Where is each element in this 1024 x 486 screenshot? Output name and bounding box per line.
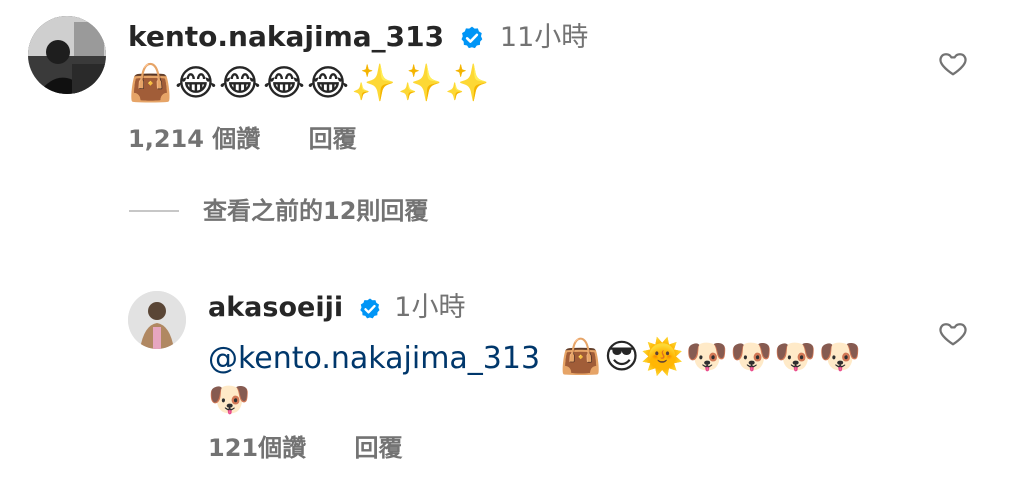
comment-text-continued: 🐶 [208, 380, 253, 420]
thread-divider [129, 210, 179, 212]
reply-button[interactable]: 回覆 [309, 125, 357, 153]
comment-time: 11小時 [499, 22, 589, 53]
comment-username[interactable]: kento.nakajima_313 [128, 20, 444, 53]
verified-badge-icon [358, 297, 382, 321]
verified-badge-icon [459, 25, 485, 51]
comment-username[interactable]: akasoeiji [208, 292, 343, 323]
view-previous-replies[interactable]: 查看之前的12則回覆 [203, 194, 428, 228]
mention-link[interactable]: @kento.nakajima_313 [208, 341, 540, 376]
avatar[interactable] [28, 16, 106, 94]
comment-time: 1小時 [394, 292, 466, 323]
likes-count[interactable]: 1,214 個讚 [128, 125, 260, 153]
heart-icon[interactable] [938, 318, 968, 348]
likes-count[interactable]: 121個讚 [208, 434, 306, 462]
comment-text: 👜😂😂😂😂✨✨✨ [128, 63, 492, 104]
heart-icon[interactable] [938, 48, 968, 78]
reply-button[interactable]: 回覆 [354, 434, 402, 462]
avatar[interactable] [128, 291, 186, 349]
comment-text: 👜😎🌞🐶🐶🐶🐶 [559, 337, 864, 377]
